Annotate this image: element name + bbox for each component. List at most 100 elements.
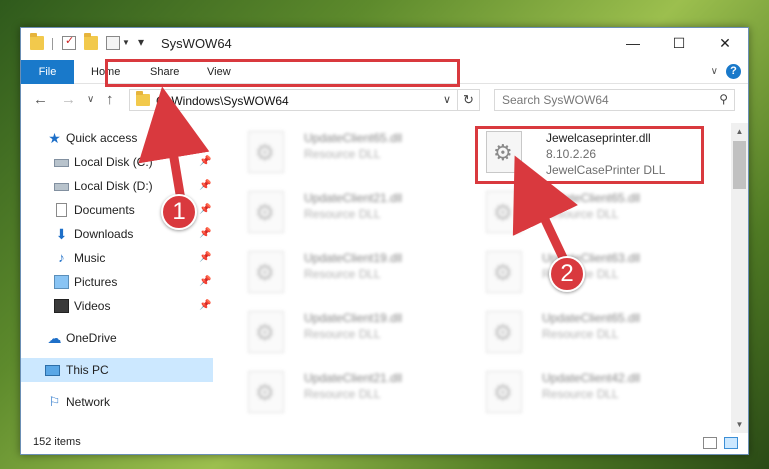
scroll-down-icon[interactable]: ▼ <box>731 416 748 433</box>
tab-file[interactable]: File <box>21 60 74 84</box>
file-description: Resource DLL <box>304 147 381 161</box>
forward-icon[interactable]: → <box>61 91 76 108</box>
pin-icon: 📌 <box>199 276 212 287</box>
customize-toolbar-icon[interactable]: ▾ <box>138 35 144 49</box>
sidebar-item-label: Videos <box>74 299 111 313</box>
sidebar-item-label: Pictures <box>74 275 118 289</box>
file-description: Resource DLL <box>542 327 619 341</box>
sidebar-item-label: This PC <box>66 363 109 377</box>
window-title: SysWOW64 <box>161 36 232 51</box>
file-name: UpdateClient21.dll <box>304 191 403 205</box>
address-bar-highlight <box>105 59 460 87</box>
file-description: Resource DLL <box>304 207 381 221</box>
maximize-icon[interactable]: ☐ <box>656 28 702 58</box>
sidebar-item-music[interactable]: ♪ Music 📌 <box>21 246 213 270</box>
large-icons-view-icon[interactable] <box>724 437 738 449</box>
file-description: Resource DLL <box>542 207 619 221</box>
dll-file-icon <box>248 131 284 173</box>
search-input[interactable]: Search SysWOW64 ⚲ <box>494 89 735 111</box>
sidebar-item-onedrive[interactable]: ☁ OneDrive <box>21 326 213 350</box>
toolbar-dropdown-icon[interactable]: ▼ <box>122 38 130 47</box>
minimize-icon[interactable]: — <box>610 28 656 58</box>
sidebar-item-quick-access[interactable]: ★ Quick access <box>21 126 213 150</box>
sidebar-item-label: Local Disk (D:) <box>74 179 153 193</box>
address-bar[interactable]: C:\Windows\SysWOW64 ∨ ↻ <box>129 89 480 111</box>
new-folder-icon[interactable] <box>84 33 98 50</box>
file-description: Resource DLL <box>542 387 619 401</box>
properties-check-icon[interactable] <box>62 34 76 50</box>
recent-locations-icon[interactable]: ∨ <box>87 94 94 105</box>
pin-icon: 📌 <box>199 156 212 167</box>
list-item[interactable]: UpdateClient42.dll Resource DLL <box>482 367 712 423</box>
address-dropdown-icon[interactable]: ∨ <box>443 93 451 106</box>
expand-ribbon-icon[interactable]: ∨ <box>711 66 718 77</box>
sidebar-item-local-disk-c[interactable]: Local Disk (C:) 📌 <box>21 150 213 174</box>
sidebar-item-label: Network <box>66 395 111 409</box>
dll-file-icon <box>248 311 284 353</box>
list-item[interactable]: UpdateClient65.dll Resource DLL <box>482 187 712 243</box>
back-icon[interactable]: ← <box>33 91 48 108</box>
file-name: UpdateClient65.dll <box>542 311 641 325</box>
title-bar: ▼ ▾ SysWOW64 — ☐ ✕ <box>21 28 748 60</box>
file-description: Resource DLL <box>304 267 381 281</box>
sidebar-item-pictures[interactable]: Pictures 📌 <box>21 270 213 294</box>
dll-file-icon <box>486 191 522 233</box>
this-pc-icon <box>45 365 60 376</box>
list-item[interactable]: UpdateClient65.dll Resource DLL <box>244 127 474 183</box>
pin-icon: 📌 <box>199 204 212 215</box>
file-description: Resource DLL <box>304 327 381 341</box>
list-item[interactable]: UpdateClient65.dll Resource DLL <box>482 307 712 363</box>
scrollbar-thumb[interactable] <box>733 141 746 189</box>
videos-icon <box>54 299 69 313</box>
music-icon: ♪ <box>58 250 65 265</box>
dll-file-icon <box>248 191 284 233</box>
sidebar-item-videos[interactable]: Videos 📌 <box>21 294 213 318</box>
quick-access-toolbar-icon[interactable] <box>106 36 120 50</box>
file-name: UpdateClient65.dll <box>304 131 403 145</box>
sidebar-item-this-pc[interactable]: This PC <box>21 358 213 382</box>
up-icon[interactable]: ↑ <box>106 91 114 108</box>
sidebar-item-network[interactable]: ⚐ Network <box>21 390 213 414</box>
callout-1: 1 <box>161 194 197 230</box>
pin-icon: 📌 <box>199 180 212 191</box>
divider <box>52 38 53 50</box>
file-name: UpdateClient65.dll <box>542 191 641 205</box>
drive-icon <box>54 183 69 191</box>
pin-icon: 📌 <box>199 300 212 311</box>
status-bar: 152 items <box>21 433 748 454</box>
file-name: UpdateClient42.dll <box>542 371 641 385</box>
details-view-icon[interactable] <box>703 437 717 449</box>
dll-file-icon <box>486 251 522 293</box>
list-item[interactable]: UpdateClient19.dll Resource DLL <box>244 247 474 303</box>
pictures-icon <box>54 275 69 289</box>
scroll-up-icon[interactable]: ▲ <box>731 123 748 140</box>
address-path[interactable]: C:\Windows\SysWOW64 <box>156 94 289 108</box>
file-name: UpdateClient21.dll <box>304 371 403 385</box>
sidebar-item-label: Quick access <box>66 131 138 145</box>
search-icon[interactable]: ⚲ <box>719 92 728 106</box>
network-icon: ⚐ <box>48 394 61 409</box>
file-name: UpdateClient19.dll <box>304 311 403 325</box>
pin-icon: 📌 <box>199 228 212 239</box>
onedrive-icon: ☁ <box>47 330 62 346</box>
help-icon[interactable]: ? <box>726 64 741 79</box>
list-item[interactable]: UpdateClient63.dll Resource DLL <box>482 247 712 303</box>
file-name: UpdateClient19.dll <box>304 251 403 265</box>
list-item[interactable]: UpdateClient21.dll Resource DLL <box>244 187 474 243</box>
dll-file-icon <box>248 371 284 413</box>
vertical-scrollbar[interactable]: ▲ ▼ <box>731 123 748 433</box>
sidebar-item-label: Local Disk (C:) <box>74 155 153 169</box>
file-description: Resource DLL <box>304 387 381 401</box>
close-icon[interactable]: ✕ <box>702 28 748 58</box>
file-explorer-window: ▼ ▾ SysWOW64 — ☐ ✕ File Home Share View … <box>20 27 749 455</box>
dll-file-icon <box>248 251 284 293</box>
sidebar-item-label: Documents <box>74 203 135 217</box>
dll-file-icon <box>486 371 522 413</box>
list-item[interactable]: UpdateClient21.dll Resource DLL <box>244 367 474 423</box>
sidebar-item-label: Downloads <box>74 227 134 241</box>
documents-icon <box>56 203 67 217</box>
list-item[interactable]: UpdateClient19.dll Resource DLL <box>244 307 474 363</box>
refresh-icon[interactable]: ↻ <box>457 90 479 110</box>
file-highlight <box>475 126 704 184</box>
folder-icon <box>30 33 44 50</box>
